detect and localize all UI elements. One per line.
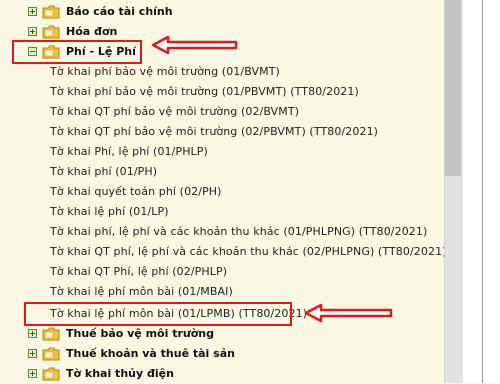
- declaration-tree: Báo cáo tài chính Hóa đơn Phí - Lệ Phí T…: [0, 0, 446, 384]
- tree-item-label: Tờ khai lệ phí môn bài (01/MBAI): [50, 285, 233, 298]
- highlight-box-lpmb: [24, 302, 292, 326]
- tree-item[interactable]: Tờ khai lệ phí môn bài (01/MBAI): [0, 282, 440, 302]
- expand-plus-icon[interactable]: [28, 349, 37, 358]
- folder-icon: [42, 367, 60, 381]
- left-arrow-icon: [304, 303, 393, 323]
- highlight-box-phi-le-phi: [12, 40, 142, 64]
- pane-divider: [482, 0, 483, 383]
- tree-folder-thue-khoan[interactable]: Thuế khoản và thuê tài sản: [0, 344, 440, 364]
- folder-label: Hóa đơn: [66, 25, 118, 38]
- tree-folder-thue-bao-ve-moi-truong[interactable]: Thuế bảo vệ môi trường: [0, 324, 440, 344]
- tree-item-label: Tờ khai phí bảo vệ môi trường (01/PBVMT)…: [50, 85, 359, 98]
- tree-item-label: Tờ khai lệ phí (01/LP): [50, 205, 169, 218]
- tree-item-label: Tờ khai QT phí bảo vệ môi trường (02/BVM…: [50, 105, 300, 118]
- folder-icon: [42, 327, 60, 341]
- tree-item-label: Tờ khai phí bảo vệ môi trường (01/BVMT): [50, 65, 280, 78]
- tree-item[interactable]: Tờ khai QT phí bảo vệ môi trường (02/PBV…: [0, 122, 440, 142]
- tree-item[interactable]: Tờ khai phí bảo vệ môi trường (01/BVMT): [0, 62, 440, 82]
- folder-icon: [42, 25, 60, 39]
- tree-item-label: Tờ khai QT phí bảo vệ môi trường (02/PBV…: [50, 125, 379, 138]
- expand-plus-icon[interactable]: [28, 369, 37, 378]
- expand-plus-icon[interactable]: [28, 27, 37, 36]
- folder-label: Tờ khai thủy điện: [66, 367, 174, 380]
- tree-item-label: Tờ khai phí (01/PH): [50, 165, 158, 178]
- tree-item[interactable]: Tờ khai QT Phí, lệ phí (02/PHLP): [0, 262, 440, 282]
- tree-item-label: Tờ khai QT phí, lệ phí và các khoản thu …: [50, 245, 447, 258]
- tree-item[interactable]: Tờ khai QT phí bảo vệ môi trường (02/BVM…: [0, 102, 440, 122]
- tree-item-label: Tờ khai QT Phí, lệ phí (02/PHLP): [50, 265, 228, 278]
- folder-label: Báo cáo tài chính: [66, 5, 173, 18]
- tree-folder-bao-cao-tai-chinh[interactable]: Báo cáo tài chính: [0, 2, 440, 22]
- tree-item-label: Tờ khai phí, lệ phí và các khoản thu khá…: [50, 225, 428, 238]
- folder-icon: [42, 5, 60, 19]
- left-arrow-icon: [151, 35, 238, 55]
- folder-icon: [42, 347, 60, 361]
- tree-item[interactable]: Tờ khai quyết toán phí (02/PH): [0, 182, 440, 202]
- tree-item[interactable]: Tờ khai phí (01/PH): [0, 162, 440, 182]
- scrollbar-thumb[interactable]: [445, 0, 461, 176]
- tree-item[interactable]: Tờ khai lệ phí (01/LP): [0, 202, 440, 222]
- tree-item-label: Tờ khai Phí, lệ phí (01/PHLP): [50, 145, 208, 158]
- expand-plus-icon[interactable]: [28, 7, 37, 16]
- tree-item[interactable]: Tờ khai phí bảo vệ môi trường (01/PBVMT)…: [0, 82, 440, 102]
- expand-plus-icon[interactable]: [28, 329, 37, 338]
- tree-item[interactable]: Tờ khai Phí, lệ phí (01/PHLP): [0, 142, 440, 162]
- tree-item-label: Tờ khai quyết toán phí (02/PH): [50, 185, 222, 198]
- tree-item[interactable]: Tờ khai phí, lệ phí và các khoản thu khá…: [0, 222, 440, 242]
- folder-label: Thuế khoản và thuê tài sản: [66, 347, 235, 360]
- folder-label: Thuế bảo vệ môi trường: [66, 327, 214, 340]
- tree-folder-to-khai-thuy-dien[interactable]: Tờ khai thủy điện: [0, 364, 440, 384]
- tree-item[interactable]: Tờ khai QT phí, lệ phí và các khoản thu …: [0, 242, 446, 262]
